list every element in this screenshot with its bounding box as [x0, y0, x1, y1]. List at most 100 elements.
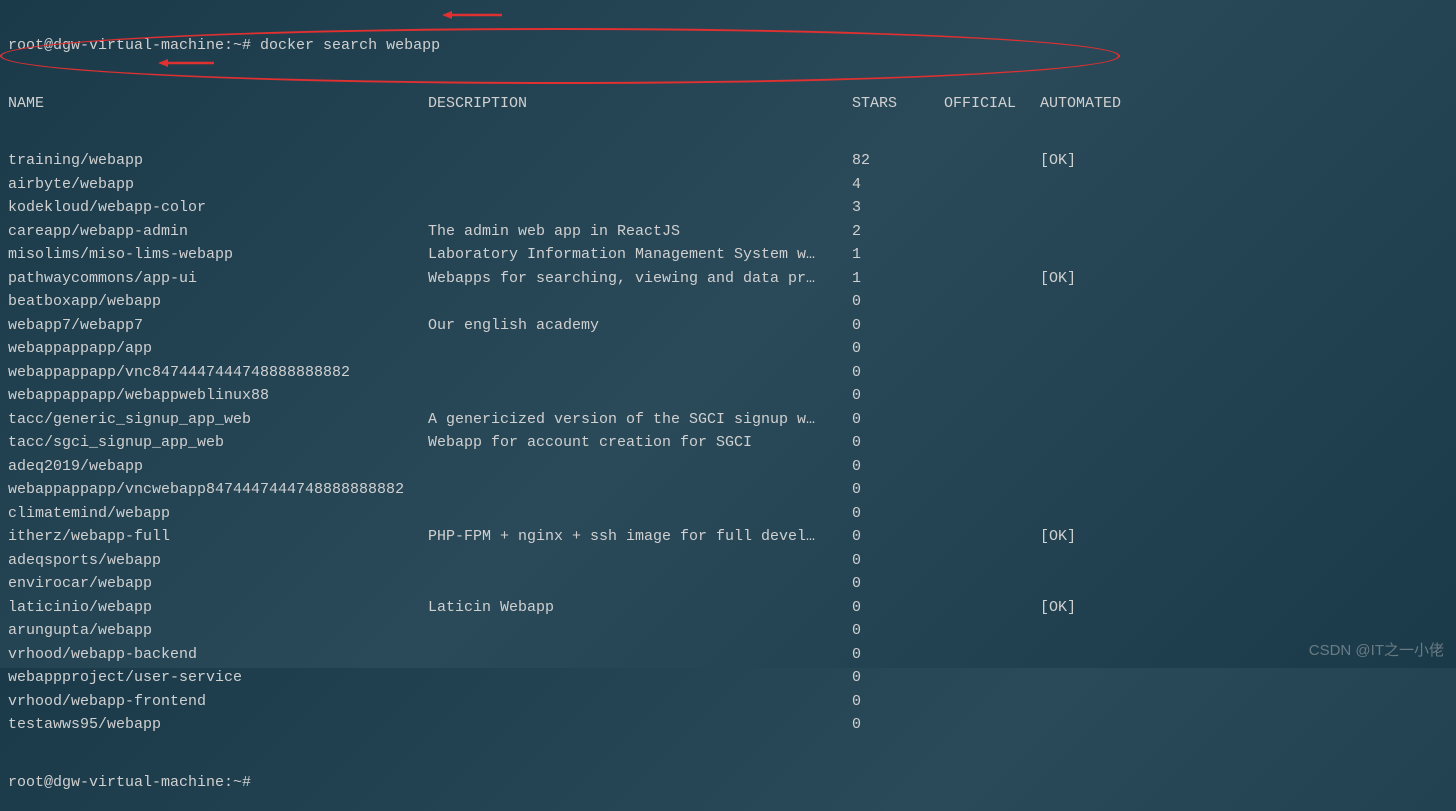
- table-row: kodekloud/webapp-color3: [8, 196, 1448, 220]
- cell-name: arungupta/webapp: [8, 619, 428, 643]
- cell-stars: 0: [852, 525, 944, 549]
- table-row: misolims/miso-lims-webappLaboratory Info…: [8, 243, 1448, 267]
- table-row: webappappapp/vncwebapp847444744474888888…: [8, 478, 1448, 502]
- header-official: OFFICIAL: [944, 92, 1040, 116]
- table-row: vrhood/webapp-frontend 0: [8, 690, 1448, 714]
- header-name: NAME: [8, 92, 428, 116]
- cell-official: [944, 149, 1040, 173]
- cell-stars: 0: [852, 619, 944, 643]
- shell-prompt-line: root@dgw-virtual-machine:~#: [8, 771, 1448, 795]
- cell-description: [428, 337, 852, 361]
- cell-official: [944, 572, 1040, 596]
- cell-official: [944, 173, 1040, 197]
- annotation-arrow-icon: [442, 8, 502, 18]
- cell-stars: 0: [852, 643, 944, 667]
- cell-name: tacc/sgci_signup_app_web: [8, 431, 428, 455]
- cell-official: [944, 525, 1040, 549]
- table-header: NAMEDESCRIPTIONSTARSOFFICIALAUTOMATED: [8, 92, 1448, 116]
- table-row: pathwaycommons/app-uiWebapps for searchi…: [8, 267, 1448, 291]
- cell-stars: 0: [852, 502, 944, 526]
- cell-description: [428, 666, 852, 690]
- table-body: training/webapp82[OK]airbyte/webapp4kode…: [8, 149, 1448, 737]
- table-row: webappappapp/vnc84744474447488888888820: [8, 361, 1448, 385]
- header-stars: STARS: [852, 92, 944, 116]
- cell-official: [944, 596, 1040, 620]
- cell-description: PHP-FPM + nginx + ssh image for full dev…: [428, 525, 852, 549]
- cell-description: A genericized version of the SGCI signup…: [428, 408, 852, 432]
- cell-official: [944, 619, 1040, 643]
- cell-official: [944, 502, 1040, 526]
- table-row: tacc/sgci_signup_app_webWebapp for accou…: [8, 431, 1448, 455]
- header-automated: AUTOMATED: [1040, 92, 1121, 116]
- cell-automated: [OK]: [1040, 149, 1076, 173]
- cell-automated: [OK]: [1040, 525, 1076, 549]
- watermark-text: CSDN @IT之一小佬: [1309, 639, 1444, 660]
- table-row: testawws95/webapp0: [8, 713, 1448, 737]
- cell-description: [428, 455, 852, 479]
- cell-stars: 0: [852, 431, 944, 455]
- cell-name: vrhood/webapp-frontend: [8, 690, 428, 714]
- cell-stars: 0: [852, 455, 944, 479]
- cell-official: [944, 220, 1040, 244]
- terminal-output: root@dgw-virtual-machine:~# docker searc…: [0, 0, 1456, 811]
- table-row: careapp/webapp-adminThe admin web app in…: [8, 220, 1448, 244]
- cell-description: [428, 643, 852, 667]
- cell-stars: 0: [852, 408, 944, 432]
- table-row: tacc/generic_signup_app_webA genericized…: [8, 408, 1448, 432]
- cell-name: adeq2019/webapp: [8, 455, 428, 479]
- cell-stars: 0: [852, 690, 944, 714]
- cell-description: [428, 572, 852, 596]
- cell-stars: 0: [852, 596, 944, 620]
- cell-description: Webapps for searching, viewing and data …: [428, 267, 852, 291]
- cell-official: [944, 690, 1040, 714]
- cell-name: testawws95/webapp: [8, 713, 428, 737]
- table-row: adeq2019/webapp 0: [8, 455, 1448, 479]
- cell-name: webappappapp/vnc8474447444748888888882: [8, 361, 428, 385]
- cell-name: pathwaycommons/app-ui: [8, 267, 428, 291]
- cell-name: climatemind/webapp: [8, 502, 428, 526]
- cell-stars: 1: [852, 243, 944, 267]
- cell-stars: 0: [852, 337, 944, 361]
- header-description: DESCRIPTION: [428, 92, 852, 116]
- table-row: climatemind/webapp 0: [8, 502, 1448, 526]
- cell-stars: 0: [852, 384, 944, 408]
- cell-stars: 3: [852, 196, 944, 220]
- cell-automated: [OK]: [1040, 267, 1076, 291]
- cell-description: Webapp for account creation for SGCI: [428, 431, 852, 455]
- cell-stars: 0: [852, 314, 944, 338]
- cell-description: Our english academy: [428, 314, 852, 338]
- cell-stars: 0: [852, 666, 944, 690]
- cell-official: [944, 408, 1040, 432]
- cell-description: [428, 149, 852, 173]
- cell-name: laticinio/webapp: [8, 596, 428, 620]
- table-row: vrhood/webapp-backend 0: [8, 643, 1448, 667]
- cell-name: misolims/miso-lims-webapp: [8, 243, 428, 267]
- cell-stars: 2: [852, 220, 944, 244]
- cell-official: [944, 290, 1040, 314]
- cell-name: beatboxapp/webapp: [8, 290, 428, 314]
- table-row: laticinio/webappLaticin Webapp0[OK]: [8, 596, 1448, 620]
- cell-description: Laboratory Information Management System…: [428, 243, 852, 267]
- cell-name: webappappapp/vncwebapp847444744474888888…: [8, 478, 428, 502]
- table-row: webappappapp/webappweblinux880: [8, 384, 1448, 408]
- cell-name: itherz/webapp-full: [8, 525, 428, 549]
- table-row: itherz/webapp-fullPHP-FPM + nginx + ssh …: [8, 525, 1448, 549]
- cell-official: [944, 643, 1040, 667]
- cell-official: [944, 361, 1040, 385]
- cell-description: [428, 502, 852, 526]
- cell-name: adeqsports/webapp: [8, 549, 428, 573]
- cell-description: [428, 690, 852, 714]
- cell-official: [944, 455, 1040, 479]
- cell-name: careapp/webapp-admin: [8, 220, 428, 244]
- cell-description: [428, 619, 852, 643]
- cell-name: webappappapp/app: [8, 337, 428, 361]
- cell-official: [944, 384, 1040, 408]
- cell-stars: 0: [852, 290, 944, 314]
- table-row: training/webapp82[OK]: [8, 149, 1448, 173]
- cell-name: vrhood/webapp-backend: [8, 643, 428, 667]
- cell-stars: 0: [852, 478, 944, 502]
- cell-description: The admin web app in ReactJS: [428, 220, 852, 244]
- table-row: beatboxapp/webapp 0: [8, 290, 1448, 314]
- cell-stars: 82: [852, 149, 944, 173]
- cell-official: [944, 314, 1040, 338]
